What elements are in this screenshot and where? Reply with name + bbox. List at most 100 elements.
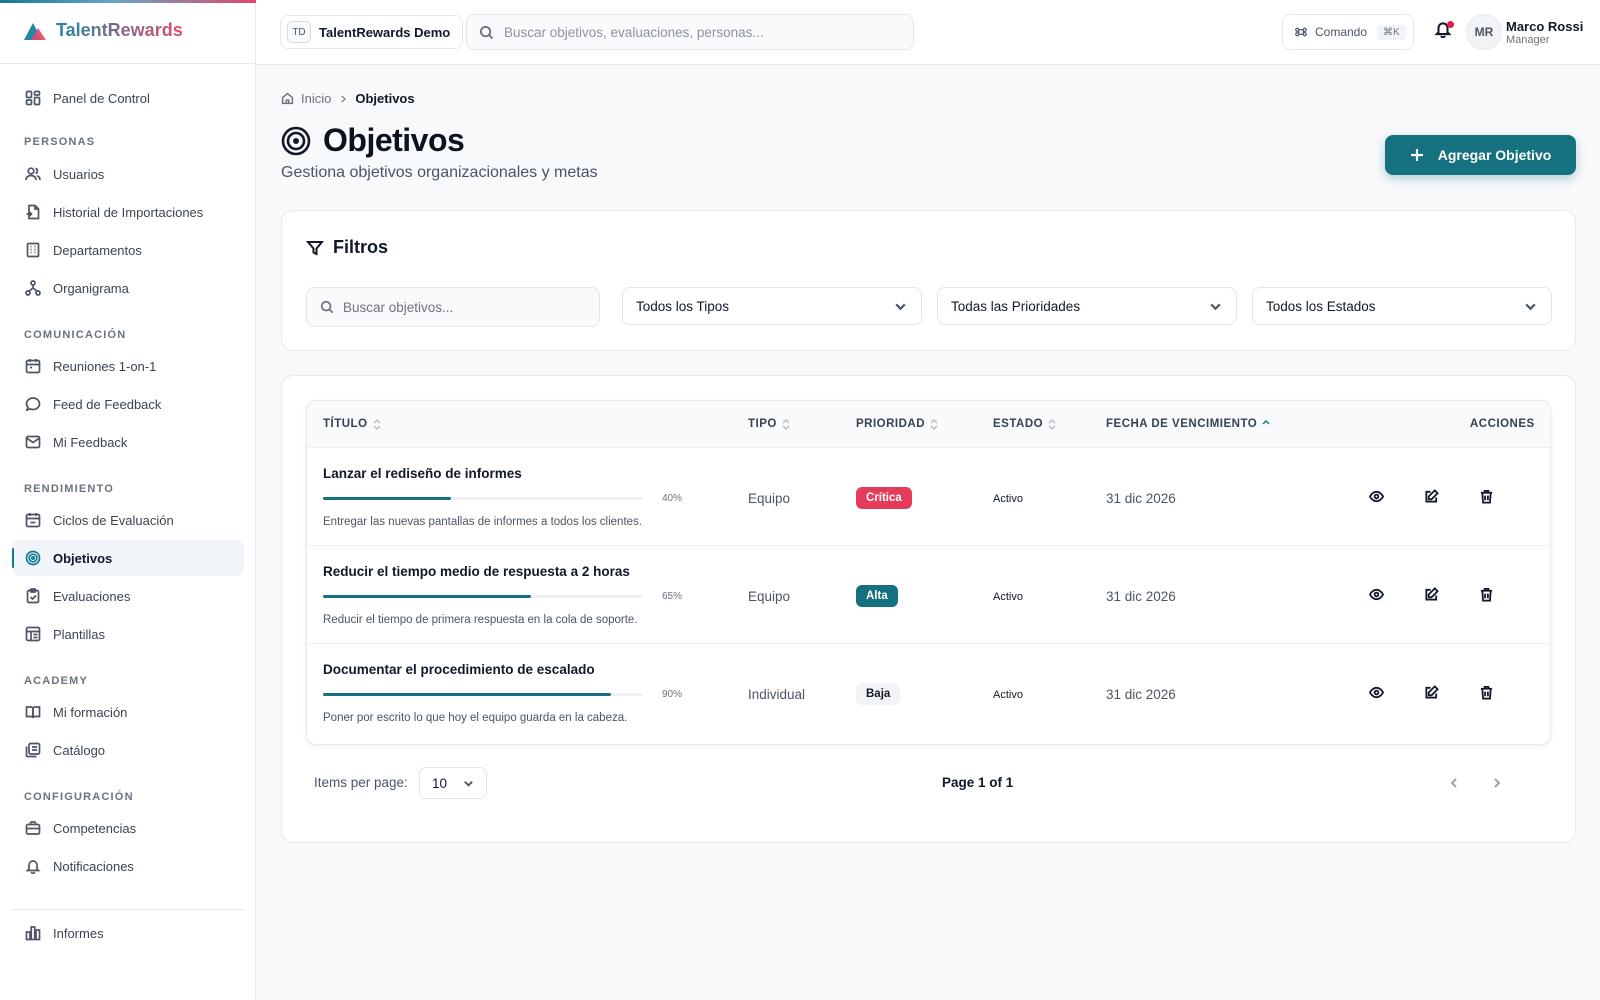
next-page-button[interactable] bbox=[1487, 773, 1507, 793]
trash-icon bbox=[1480, 489, 1493, 504]
items-per-page-select[interactable]: 10 bbox=[419, 767, 487, 799]
section-rendimiento: RENDIMIENTO bbox=[24, 483, 115, 495]
notifications-button[interactable] bbox=[1434, 20, 1458, 44]
user-avatar[interactable]: MR bbox=[1466, 14, 1502, 50]
command-button[interactable]: Comando ⌘K bbox=[1282, 14, 1414, 50]
page-title: Objetivos bbox=[281, 122, 465, 159]
progress-fill bbox=[323, 693, 611, 696]
section-comunicacion: COMUNICACIÓN bbox=[24, 329, 127, 341]
previous-page-button[interactable] bbox=[1444, 773, 1464, 793]
column-header-status[interactable]: ESTADO bbox=[993, 418, 1056, 430]
add-objective-button[interactable]: Agregar Objetivo bbox=[1385, 135, 1576, 175]
objectives-search[interactable] bbox=[306, 287, 600, 327]
message-circle-icon bbox=[25, 397, 41, 412]
sidebar-item-label: Historial de Importaciones bbox=[53, 204, 204, 220]
org-badge: TD bbox=[287, 21, 311, 43]
table-row[interactable]: Reducir el tiempo medio de respuesta a 2… bbox=[307, 546, 1550, 644]
column-header-due-date[interactable]: FECHA DE VENCIMIENTO bbox=[1106, 418, 1270, 430]
sidebar-item-competencias[interactable]: Competencias bbox=[12, 810, 244, 846]
target-icon bbox=[281, 126, 311, 155]
sidebar-item-mi-feedback[interactable]: Mi Feedback bbox=[12, 424, 244, 460]
type-filter-value: Todos los Tipos bbox=[636, 298, 730, 314]
section-configuracion: CONFIGURACIÓN bbox=[24, 791, 134, 803]
objective-description: Poner por escrito lo que hoy el equipo g… bbox=[323, 712, 628, 724]
due-date: 31 dic 2026 bbox=[1106, 491, 1176, 506]
org-name: TalentRewards Demo bbox=[319, 24, 451, 40]
bar-chart-icon bbox=[25, 926, 41, 941]
user-name[interactable]: Marco Rossi bbox=[1506, 19, 1583, 34]
page-subtitle: Gestiona objetivos organizacionales y me… bbox=[281, 164, 598, 181]
view-button[interactable] bbox=[1368, 587, 1385, 603]
user-role: Manager bbox=[1506, 34, 1550, 46]
global-search-input[interactable] bbox=[504, 24, 904, 40]
progress-bar bbox=[323, 497, 643, 500]
brand[interactable]: TalentRewards bbox=[22, 20, 183, 41]
notification-dot bbox=[1447, 21, 1454, 28]
sidebar-item-panel-de-control[interactable]: Panel de Control bbox=[12, 80, 244, 116]
objective-title[interactable]: Reducir el tiempo medio de respuesta a 2… bbox=[323, 564, 630, 579]
breadcrumb-home[interactable]: Inicio bbox=[301, 91, 331, 106]
column-header-title[interactable]: TÍTULO bbox=[323, 418, 381, 430]
sidebar-item-evaluaciones[interactable]: Evaluaciones bbox=[12, 578, 244, 614]
command-icon bbox=[1295, 27, 1307, 37]
sidebar-item-plantillas[interactable]: Plantillas bbox=[12, 616, 244, 652]
chevron-down-icon bbox=[895, 303, 906, 310]
target-icon bbox=[25, 550, 41, 566]
trash-icon bbox=[1480, 587, 1493, 602]
calendar-icon bbox=[25, 359, 41, 374]
chevron-right-icon bbox=[1494, 778, 1501, 788]
sidebar-item-departamentos[interactable]: Departamentos bbox=[12, 232, 244, 268]
progress-label: 90% bbox=[662, 689, 683, 700]
sidebar-item-historial-importaciones[interactable]: Historial de Importaciones bbox=[12, 194, 244, 230]
sidebar-item-notificaciones[interactable]: Notificaciones bbox=[12, 848, 244, 884]
objective-description: Reducir el tiempo de primera respuesta e… bbox=[323, 614, 638, 626]
type-filter-select[interactable]: Todos los Tipos bbox=[622, 287, 922, 325]
objective-description: Entregar las nuevas pantallas de informe… bbox=[323, 516, 642, 528]
delete-button[interactable] bbox=[1479, 489, 1495, 505]
sidebar-item-organigrama[interactable]: Organigrama bbox=[12, 270, 244, 306]
sidebar-item-reuniones[interactable]: Reuniones 1-on-1 bbox=[12, 348, 244, 384]
sidebar-item-usuarios[interactable]: Usuarios bbox=[12, 156, 244, 192]
view-button[interactable] bbox=[1368, 489, 1385, 505]
eye-icon bbox=[1368, 686, 1385, 699]
sidebar-item-mi-formacion[interactable]: Mi formación bbox=[12, 694, 244, 730]
priority-filter-select[interactable]: Todas las Prioridades bbox=[937, 287, 1237, 325]
status-text: Activo bbox=[993, 689, 1023, 701]
sidebar-item-objetivos[interactable]: Objetivos bbox=[12, 540, 244, 576]
table-row[interactable]: Lanzar el rediseño de informes 40% Entre… bbox=[307, 448, 1550, 546]
page-info: Page 1 of 1 bbox=[942, 775, 1014, 790]
objectives-search-input[interactable] bbox=[343, 299, 593, 315]
edit-button[interactable] bbox=[1424, 587, 1440, 603]
table-row[interactable]: Documentar el procedimiento de escalado … bbox=[307, 644, 1550, 742]
sidebar-item-informes[interactable]: Informes bbox=[12, 915, 244, 951]
top-header: TD TalentRewards Demo Comando ⌘K MR Marc… bbox=[256, 0, 1600, 65]
sidebar-item-feed-feedback[interactable]: Feed de Feedback bbox=[12, 386, 244, 422]
eye-icon bbox=[1368, 588, 1385, 601]
sidebar-item-catalogo[interactable]: Catálogo bbox=[12, 732, 244, 768]
delete-button[interactable] bbox=[1479, 685, 1495, 701]
sidebar-item-label: Competencias bbox=[53, 820, 137, 836]
org-switcher[interactable]: TD TalentRewards Demo bbox=[280, 15, 464, 49]
sidebar-item-label: Usuarios bbox=[53, 166, 105, 182]
priority-badge: Alta bbox=[856, 585, 898, 607]
status-filter-select[interactable]: Todos los Estados bbox=[1252, 287, 1552, 325]
column-header-priority[interactable]: PRIORIDAD bbox=[856, 418, 938, 430]
sidebar-item-label: Organigrama bbox=[53, 280, 129, 296]
sidebar-item-label: Mi formación bbox=[53, 704, 128, 720]
edit-button[interactable] bbox=[1424, 685, 1440, 701]
items-per-page-value: 10 bbox=[432, 775, 448, 791]
command-shortcut: ⌘K bbox=[1377, 24, 1406, 40]
delete-button[interactable] bbox=[1479, 587, 1495, 603]
org-chart-icon bbox=[25, 280, 41, 296]
edit-button[interactable] bbox=[1424, 489, 1440, 505]
sort-icon bbox=[930, 418, 938, 430]
objective-title[interactable]: Documentar el procedimiento de escalado bbox=[323, 662, 595, 677]
sidebar-item-ciclos-evaluacion[interactable]: Ciclos de Evaluación bbox=[12, 502, 244, 538]
objectives-table: TÍTULO TIPO PRIORIDAD ESTADO FECHA DE VE… bbox=[306, 400, 1551, 745]
column-header-type[interactable]: TIPO bbox=[748, 418, 790, 430]
view-button[interactable] bbox=[1368, 685, 1385, 701]
trash-icon bbox=[1480, 685, 1493, 700]
plus-icon bbox=[1410, 149, 1423, 161]
objective-title[interactable]: Lanzar el rediseño de informes bbox=[323, 466, 522, 481]
global-search[interactable] bbox=[466, 14, 914, 50]
